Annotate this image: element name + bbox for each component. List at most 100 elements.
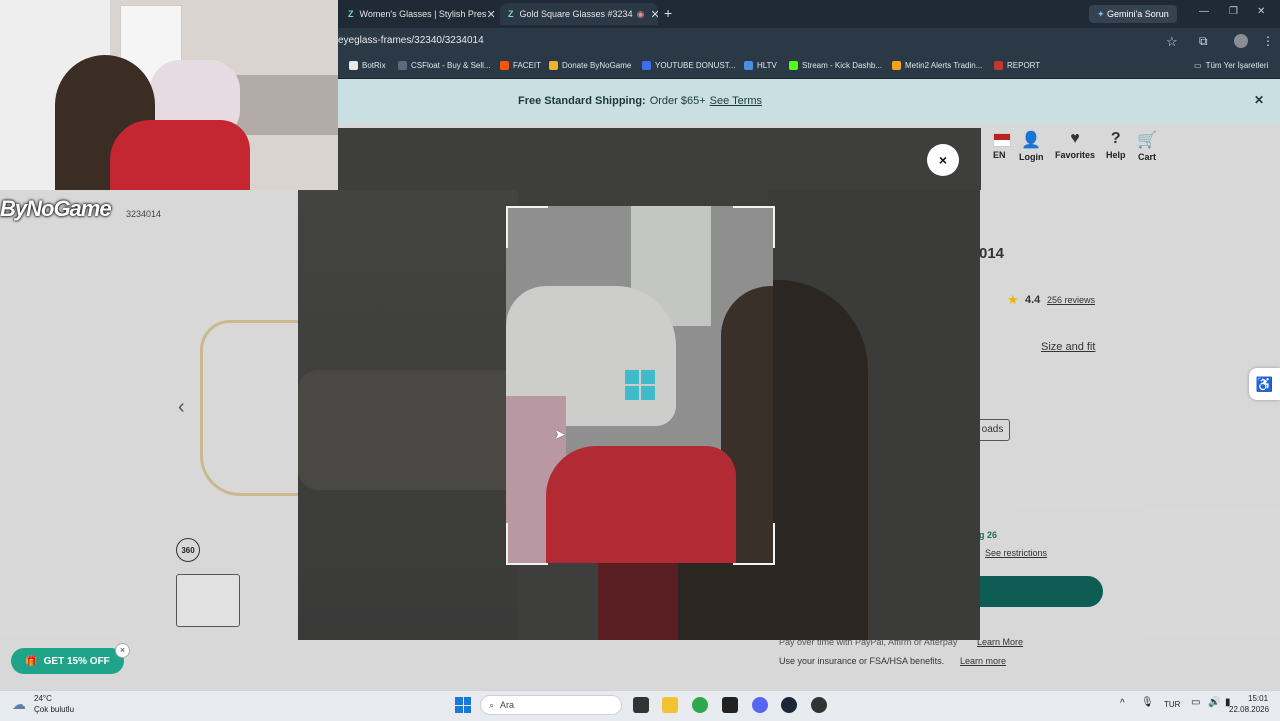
botrix-icon (349, 61, 358, 70)
clock-time[interactable]: 15:01 (1248, 694, 1268, 703)
volume-icon[interactable]: 🔊 (1208, 697, 1220, 708)
bookmark-csfloat[interactable]: CSFloat - Buy & Sell... (398, 61, 491, 70)
heart-icon: ♥ (1070, 130, 1080, 147)
bookmark-label: Metin2 Alerts Tradin... (905, 61, 983, 70)
promo-close-icon[interactable]: × (115, 643, 130, 658)
bookmark-label: Stream - Kick Dashb... (802, 61, 883, 70)
add-to-cart-button[interactable] (979, 576, 1103, 607)
file-explorer-icon[interactable] (662, 697, 678, 713)
donate-icon (549, 61, 558, 70)
all-bookmarks[interactable]: ▭ Tüm Yer İşaretleri (1194, 61, 1268, 70)
bookmark-hltv[interactable]: HLTV (744, 61, 777, 70)
metin2-icon (892, 61, 901, 70)
recording-icon: ◉ (636, 8, 645, 19)
zenni-favicon-icon: Z (348, 9, 354, 19)
search-placeholder: Ara (500, 700, 515, 710)
frame-corner-tr (733, 206, 775, 248)
bookmark-label: Donate ByNoGame (562, 61, 632, 70)
uploads-button[interactable]: oads (975, 419, 1010, 441)
start-button[interactable] (455, 697, 471, 713)
bookmark-faceit[interactable]: FACEIT (500, 61, 541, 70)
url-field[interactable]: eyeglass-frames/32340/3234014 (338, 35, 484, 46)
bookmark-youtube-donust[interactable]: YOUTUBE DONUST... (642, 61, 735, 70)
cart-icon: 🛒 (1137, 132, 1157, 149)
prev-image-arrow[interactable]: ‹ (178, 396, 185, 419)
frame-corner-bl (506, 523, 548, 565)
favorites-nav[interactable]: ♥ Favorites (1055, 130, 1095, 160)
see-terms-link[interactable]: See Terms (710, 95, 762, 107)
gemini-button[interactable]: ✦ Gemini'a Sorun (1089, 5, 1177, 23)
glasses-image (200, 320, 313, 496)
cart-label: Cart (1137, 152, 1156, 162)
streamer-logo: ByNoGame (0, 196, 112, 221)
close-modal-button[interactable]: × (927, 144, 959, 176)
minimize-icon[interactable]: — (1199, 6, 1209, 17)
tab-label: Gold Square Glasses #3234 (519, 9, 633, 19)
close-banner-icon[interactable]: ✕ (1254, 93, 1264, 107)
close-window-icon[interactable]: ✕ (1257, 6, 1265, 17)
help-label: Help (1106, 150, 1126, 160)
chrome-icon[interactable] (692, 697, 708, 713)
hltv-icon (744, 61, 753, 70)
all-bookmarks-label: Tüm Yer İşaretleri (1205, 61, 1269, 70)
shipping-bold: Free Standard Shipping: (517, 95, 646, 107)
cart-nav[interactable]: 🛒 Cart (1137, 130, 1157, 162)
capcut-icon[interactable] (722, 697, 738, 713)
bookmark-label: HLTV (757, 61, 777, 70)
bookmark-botrix[interactable]: BotRix (349, 61, 386, 70)
bookmark-label: YOUTUBE DONUST... (655, 61, 736, 70)
microphone-icon[interactable]: 🎙 (1141, 697, 1154, 708)
new-tab-button[interactable]: + (664, 5, 672, 21)
weather-desc[interactable]: Çok bulutlu (34, 705, 74, 714)
clock-date[interactable]: 22.08.2026 (1229, 705, 1269, 714)
bookmark-donate-bynogame[interactable]: Donate ByNoGame (549, 61, 631, 70)
rating-value: 4.4 (1025, 294, 1041, 306)
learn-more-link-2[interactable]: Learn more (960, 656, 1006, 666)
us-flag-icon (993, 133, 1011, 147)
insurance-text: Use your insurance or FSA/HSA benefits. (779, 656, 945, 666)
promo-button[interactable]: 🎁 GET 15% OFF (11, 648, 124, 674)
bookmark-report[interactable]: REPORT (994, 61, 1040, 70)
extensions-icon[interactable]: ⧉ (1199, 34, 1208, 49)
csfloat-icon (398, 61, 407, 70)
size-and-fit-link[interactable]: Size and fit (1041, 341, 1095, 353)
help-icon: ? (1110, 130, 1121, 147)
see-restrictions-link[interactable]: See restrictions (985, 548, 1047, 558)
obs-icon[interactable] (811, 697, 827, 713)
keyboard-lang[interactable]: TUR (1164, 700, 1180, 709)
frame-corner-tl (506, 206, 548, 248)
learn-more-link-1[interactable]: Learn More (977, 637, 1023, 647)
network-icon[interactable]: ▭ (1191, 697, 1200, 708)
weather-temp[interactable]: 24°C (34, 694, 52, 703)
folder-icon: ▭ (1194, 61, 1202, 70)
steam-icon[interactable] (781, 697, 797, 713)
bookmark-label: REPORT (1007, 61, 1041, 70)
close-tab-icon[interactable]: ✕ (486, 8, 495, 21)
tab-womens-glasses[interactable]: Z Women's Glasses | Stylish Pres ✕ (340, 3, 498, 25)
sku-tail: 3234014 (126, 209, 162, 219)
tray-expand-icon[interactable]: ^ (1120, 698, 1125, 709)
menu-icon[interactable]: ⋮ (1262, 34, 1274, 48)
task-view-icon[interactable] (633, 697, 649, 713)
restore-icon[interactable]: ❐ (1229, 6, 1238, 17)
accessibility-icon[interactable]: ♿ (1249, 368, 1280, 400)
view-360-button[interactable]: 360 (176, 538, 200, 562)
bookmark-metin2[interactable]: Metin2 Alerts Tradin... (892, 61, 982, 70)
gift-icon: 🎁 (25, 655, 38, 667)
bookmark-kick[interactable]: Stream - Kick Dashb... (789, 61, 882, 70)
close-tab-icon[interactable]: ✕ (650, 8, 658, 21)
bookmark-label: CSFloat - Buy & Sell... (411, 61, 491, 70)
faceit-icon (500, 61, 509, 70)
lang-label[interactable]: EN (993, 150, 1006, 160)
taskbar-search[interactable]: ⌕ Ara (480, 695, 622, 715)
loading-spinner-icon (625, 370, 655, 400)
thumbnail-1[interactable] (176, 574, 240, 627)
profile-avatar[interactable] (1234, 34, 1248, 48)
star-icon[interactable]: ☆ (1166, 34, 1178, 50)
login-nav[interactable]: 👤 Login (1019, 130, 1044, 162)
discord-icon[interactable] (752, 697, 768, 713)
tab-gold-square-glasses[interactable]: Z Gold Square Glasses #3234 ◉ ✕ (500, 3, 658, 25)
reviews-link[interactable]: 256 reviews (1047, 295, 1095, 305)
help-nav[interactable]: ? Help (1106, 130, 1126, 160)
promo-label: GET 15% OFF (43, 655, 110, 667)
